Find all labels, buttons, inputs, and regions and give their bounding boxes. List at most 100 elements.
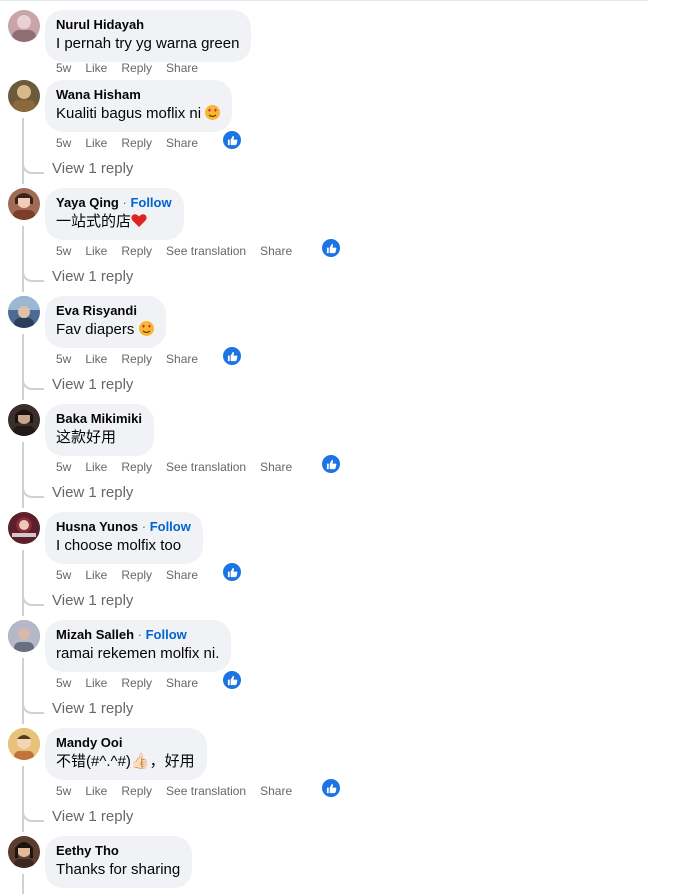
like-button[interactable]: Like	[85, 244, 107, 258]
thread-line	[22, 442, 24, 508]
comment-text: 一站式的店	[56, 212, 172, 232]
reply-button[interactable]: Reply	[121, 568, 152, 582]
reply-button[interactable]: Reply	[121, 352, 152, 366]
comment-bubble: Mizah Salleh · Follow ramai rekemen molf…	[45, 620, 232, 672]
share-button[interactable]: Share	[166, 61, 198, 75]
comment-text: I choose molfix too	[56, 537, 182, 554]
comment-text: I pernah try yg warna green	[56, 35, 240, 52]
like-reaction-icon[interactable]	[222, 130, 242, 150]
share-button[interactable]: Share	[166, 568, 198, 582]
follow-button[interactable]: Follow	[146, 627, 187, 642]
thread-line	[22, 550, 24, 616]
commenter-name[interactable]: Baka Mikimiki	[56, 411, 142, 426]
commenter-name[interactable]: Nurul Hidayah	[56, 17, 144, 32]
commenter-name[interactable]: Yaya Qing	[56, 195, 119, 210]
view-replies-link[interactable]: View 1 reply	[52, 376, 133, 393]
avatar[interactable]	[8, 836, 40, 868]
comment-actions: 5w Like Reply Share	[56, 61, 212, 75]
reply-button[interactable]: Reply	[121, 460, 152, 474]
commenter-name[interactable]: Eva Risyandi	[56, 303, 137, 318]
thread-connector	[22, 268, 44, 282]
like-reaction-icon[interactable]	[321, 238, 341, 258]
commenter-name[interactable]: Wana Hisham	[56, 87, 141, 102]
share-button[interactable]: Share	[166, 136, 198, 150]
view-replies-link[interactable]: View 1 reply	[52, 268, 133, 285]
like-button[interactable]: Like	[85, 784, 107, 798]
comment-actions: 5w Like Reply Share	[56, 136, 212, 150]
follow-button[interactable]: Follow	[150, 519, 191, 534]
reply-button[interactable]: Reply	[121, 136, 152, 150]
avatar[interactable]	[8, 620, 40, 652]
view-replies-link[interactable]: View 1 reply	[52, 700, 133, 717]
comment-bubble: Mandy Ooi 不错(#^.^#)👍🏻，好用	[45, 728, 207, 780]
reply-button[interactable]: Reply	[121, 61, 152, 75]
thread-connector	[22, 808, 44, 822]
comment-actions: 5w Like Reply See translation Share	[56, 460, 306, 474]
timestamp[interactable]: 5w	[56, 460, 71, 474]
comment-actions: 5w Like Reply Share	[56, 568, 212, 582]
comment-text: Fav diapers	[56, 320, 154, 340]
like-reaction-icon[interactable]	[222, 670, 242, 690]
reply-button[interactable]: Reply	[121, 244, 152, 258]
thread-line	[22, 226, 24, 292]
avatar[interactable]	[8, 512, 40, 544]
commenter-name[interactable]: Mandy Ooi	[56, 735, 122, 750]
like-reaction-icon[interactable]	[222, 346, 242, 366]
follow-button[interactable]: Follow	[130, 195, 171, 210]
share-button[interactable]: Share	[166, 676, 198, 690]
comment-bubble: Wana Hisham Kualiti bagus moflix ni	[45, 80, 233, 132]
avatar[interactable]	[8, 404, 40, 436]
like-reaction-icon[interactable]	[321, 454, 341, 474]
thread-line	[22, 874, 24, 894]
thread-line	[22, 118, 24, 184]
top-divider	[0, 0, 648, 1]
see-translation-button[interactable]: See translation	[166, 784, 246, 798]
avatar[interactable]	[8, 728, 40, 760]
heart-eyes-emoji	[205, 105, 221, 120]
timestamp[interactable]: 5w	[56, 352, 71, 366]
timestamp[interactable]: 5w	[56, 568, 71, 582]
like-button[interactable]: Like	[85, 61, 107, 75]
view-replies-link[interactable]: View 1 reply	[52, 484, 133, 501]
commenter-name[interactable]: Mizah Salleh	[56, 627, 134, 642]
avatar[interactable]	[8, 10, 40, 42]
timestamp[interactable]: 5w	[56, 136, 71, 150]
avatar[interactable]	[8, 80, 40, 112]
share-button[interactable]: Share	[260, 460, 292, 474]
comment-bubble: Yaya Qing · Follow 一站式的店	[45, 188, 184, 240]
comment-bubble: Eethy Tho Thanks for sharing	[45, 836, 193, 888]
see-translation-button[interactable]: See translation	[166, 244, 246, 258]
reply-button[interactable]: Reply	[121, 676, 152, 690]
thread-connector	[22, 592, 44, 606]
timestamp[interactable]: 5w	[56, 244, 71, 258]
like-button[interactable]: Like	[85, 352, 107, 366]
avatar[interactable]	[8, 296, 40, 328]
thread-line	[22, 658, 24, 724]
thread-connector	[22, 160, 44, 174]
timestamp[interactable]: 5w	[56, 784, 71, 798]
see-translation-button[interactable]: See translation	[166, 460, 246, 474]
reply-button[interactable]: Reply	[121, 784, 152, 798]
like-button[interactable]: Like	[85, 460, 107, 474]
share-button[interactable]: Share	[166, 352, 198, 366]
comment-bubble: Eva Risyandi Fav diapers	[45, 296, 166, 348]
timestamp[interactable]: 5w	[56, 676, 71, 690]
like-button[interactable]: Like	[85, 676, 107, 690]
commenter-name[interactable]: Eethy Tho	[56, 843, 119, 858]
like-reaction-icon[interactable]	[222, 562, 242, 582]
like-button[interactable]: Like	[85, 136, 107, 150]
comment-bubble: Nurul Hidayah I pernah try yg warna gree…	[45, 10, 252, 62]
avatar[interactable]	[8, 188, 40, 220]
view-replies-link[interactable]: View 1 reply	[52, 160, 133, 177]
share-button[interactable]: Share	[260, 244, 292, 258]
like-reaction-icon[interactable]	[321, 778, 341, 798]
share-button[interactable]: Share	[260, 784, 292, 798]
like-button[interactable]: Like	[85, 568, 107, 582]
view-replies-link[interactable]: View 1 reply	[52, 808, 133, 825]
timestamp[interactable]: 5w	[56, 61, 71, 75]
comment-actions: 5w Like Reply Share	[56, 676, 212, 690]
commenter-name[interactable]: Husna Yunos	[56, 519, 138, 534]
comment-text: ramai rekemen molfix ni.	[56, 645, 220, 662]
view-replies-link[interactable]: View 1 reply	[52, 592, 133, 609]
comment-text: Kualiti bagus moflix ni	[56, 104, 221, 124]
